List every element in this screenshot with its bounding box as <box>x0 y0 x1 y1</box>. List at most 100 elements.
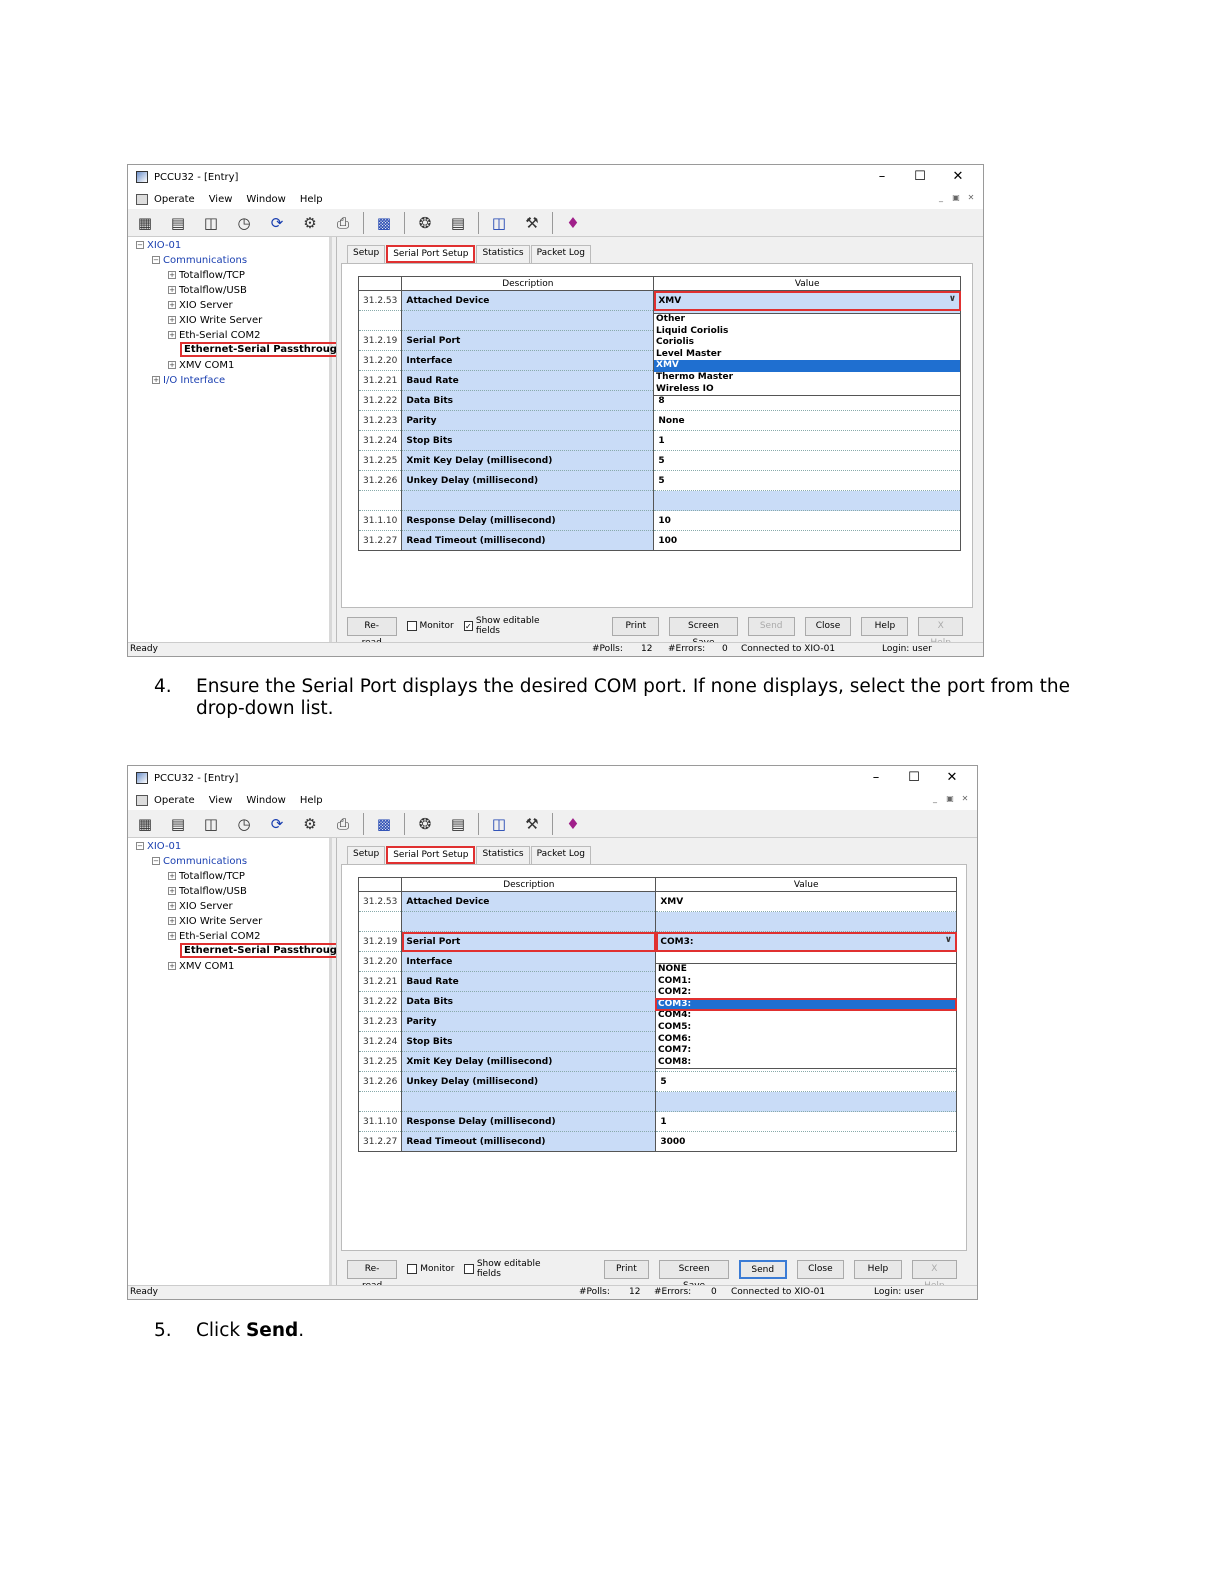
menu-view[interactable]: View <box>209 795 233 806</box>
schedule-icon[interactable]: ◷ <box>231 812 257 836</box>
table-row[interactable] <box>358 911 957 932</box>
tree-item-selected[interactable]: Ethernet-Serial Passthrough <box>180 342 349 357</box>
maximize-icon[interactable]: ☐ <box>901 167 939 187</box>
tree-item[interactable]: + Totalflow/USB <box>168 284 247 298</box>
menu-help[interactable]: Help <box>300 194 323 205</box>
calibrate-icon[interactable]: ⚙ <box>297 812 323 836</box>
help-button[interactable]: Help <box>861 616 909 636</box>
schedule-icon[interactable]: ◷ <box>231 211 257 235</box>
param-value[interactable]: 1 <box>655 1111 957 1132</box>
table-row[interactable]: 31.2.53 Attached Device XMV ∨ <box>358 290 961 311</box>
tree-item[interactable]: + Totalflow/USB <box>168 885 247 899</box>
table-row[interactable] <box>358 1091 957 1112</box>
table-row[interactable]: 31.2.26 Unkey Delay (millisecond) 5 <box>358 1071 957 1092</box>
monitor-checkbox[interactable]: Monitor <box>406 621 454 631</box>
param-value[interactable]: 100 <box>653 530 961 551</box>
dropdown-option[interactable]: NONE <box>656 964 956 976</box>
refresh-icon[interactable]: ⟳ <box>264 211 290 235</box>
table-row[interactable]: 31.2.23 Parity None <box>358 410 961 431</box>
param-value[interactable] <box>653 490 961 511</box>
tree-root[interactable]: − XIO-01 <box>136 840 181 854</box>
tree-item[interactable]: + XMV COM1 <box>168 359 234 373</box>
mdi-minimize-icon[interactable]: _ <box>935 192 947 204</box>
print-button[interactable]: Print <box>612 616 660 636</box>
dropdown-option[interactable]: COM2: <box>656 987 956 999</box>
param-value[interactable] <box>655 911 957 932</box>
dropdown-option[interactable]: COM3: <box>655 997 957 1012</box>
param-value[interactable] <box>655 1091 957 1112</box>
tab-setup[interactable]: Setup <box>347 245 386 263</box>
param-value[interactable]: COM3: ∨ <box>655 931 957 952</box>
tree-communications[interactable]: − Communications <box>152 855 247 869</box>
print-icon[interactable]: ⎙ <box>330 211 356 235</box>
xhelp-button[interactable]: X Help <box>918 616 963 648</box>
param-value[interactable]: XMV <box>655 891 957 912</box>
param-value[interactable]: 5 <box>655 1071 957 1092</box>
dropdown-option[interactable]: Wireless IO <box>654 384 960 396</box>
id-icon[interactable]: ◫ <box>486 211 512 235</box>
tree-io-interface[interactable]: + I/O Interface <box>152 374 225 388</box>
tab-packet-log[interactable]: Packet Log <box>530 245 591 263</box>
mdi-close-icon[interactable]: ✕ <box>965 192 977 204</box>
mdi-minimize-icon[interactable]: _ <box>929 793 941 805</box>
close-icon[interactable]: ✕ <box>939 167 977 187</box>
reread-button[interactable]: Re-read <box>347 1259 398 1291</box>
calibrate-icon[interactable]: ⚙ <box>297 211 323 235</box>
menu-operate[interactable]: Operate <box>154 795 195 806</box>
minimize-icon[interactable]: – <box>857 768 895 788</box>
maximize-icon[interactable]: ☐ <box>895 768 933 788</box>
table-row[interactable]: 31.2.26 Unkey Delay (millisecond) 5 <box>358 470 961 491</box>
dropdown-option[interactable]: COM1: <box>656 976 956 988</box>
dropdown-option[interactable]: COM8: <box>656 1057 956 1069</box>
attached-device-dropdown[interactable]: Other Liquid Coriolis Coriolis Level Master… <box>653 313 961 397</box>
tab-statistics[interactable]: Statistics <box>476 245 530 263</box>
close-icon[interactable]: ✕ <box>933 768 971 788</box>
table-row[interactable]: 31.2.27 Read Timeout (millisecond) 3000 <box>358 1131 957 1152</box>
tree-item[interactable]: + Eth-Serial COM2 <box>168 329 261 343</box>
station-icon[interactable]: ▦ <box>132 211 158 235</box>
modbus-icon[interactable]: ▩ <box>371 812 397 836</box>
screen-save-button[interactable]: Screen Save <box>659 1259 729 1291</box>
tree-item[interactable]: + XIO Server <box>168 900 233 914</box>
param-value[interactable]: 5 <box>653 470 961 491</box>
minimize-icon[interactable]: – <box>863 167 901 187</box>
xhelp-button[interactable]: X Help <box>911 1259 958 1291</box>
tree-item[interactable]: + Eth-Serial COM2 <box>168 930 261 944</box>
dropdown-option[interactable]: Other <box>654 314 960 326</box>
dropdown-option[interactable]: COM7: <box>656 1045 956 1057</box>
entry-icon[interactable]: ▤ <box>165 812 191 836</box>
monitor-checkbox[interactable]: Monitor <box>407 1264 454 1274</box>
dropdown-option[interactable]: COM6: <box>656 1034 956 1046</box>
mdi-restore-icon[interactable]: ▣ <box>950 192 962 204</box>
table-row[interactable]: 31.2.53 Attached Device XMV <box>358 891 957 912</box>
tab-packet-log[interactable]: Packet Log <box>530 846 591 864</box>
entry-icon[interactable]: ▤ <box>165 211 191 235</box>
mdi-close-icon[interactable]: ✕ <box>959 793 971 805</box>
show-editable-checkbox[interactable]: Show editable fields <box>464 1259 560 1279</box>
print-button[interactable]: Print <box>603 1259 650 1279</box>
param-value[interactable]: 3000 <box>655 1131 957 1152</box>
collect-icon[interactable]: ◫ <box>198 812 224 836</box>
archive-icon[interactable]: ▤ <box>445 812 471 836</box>
tab-setup[interactable]: Setup <box>347 846 386 864</box>
dropdown-option[interactable]: XMV <box>654 360 960 372</box>
reread-button[interactable]: Re-read <box>347 616 397 648</box>
menu-window[interactable]: Window <box>246 795 285 806</box>
table-row[interactable]: 31.2.24 Stop Bits 1 <box>358 430 961 451</box>
collect-icon[interactable]: ◫ <box>198 211 224 235</box>
param-value[interactable]: 1 <box>653 430 961 451</box>
show-editable-checkbox[interactable]: ✓ Show editable fields <box>463 616 558 636</box>
network-icon[interactable]: ❂ <box>412 211 438 235</box>
dropdown-option[interactable]: Coriolis <box>654 337 960 349</box>
menu-operate[interactable]: Operate <box>154 194 195 205</box>
tree-item-selected[interactable]: Ethernet-Serial Passthrough <box>180 943 349 958</box>
table-row[interactable]: 31.1.10 Response Delay (millisecond) 1 <box>358 1111 957 1132</box>
param-value[interactable]: 10 <box>653 510 961 531</box>
table-row[interactable]: 31.2.27 Read Timeout (millisecond) 100 <box>358 530 961 551</box>
send-button[interactable]: Send <box>747 616 795 636</box>
tree-root[interactable]: − XIO-01 <box>136 239 181 253</box>
id-icon[interactable]: ◫ <box>486 812 512 836</box>
help-book-icon[interactable]: ♦ <box>560 211 586 235</box>
dropdown-option[interactable]: Thermo Master <box>654 372 960 384</box>
tree-communications[interactable]: − Communications <box>152 254 247 268</box>
